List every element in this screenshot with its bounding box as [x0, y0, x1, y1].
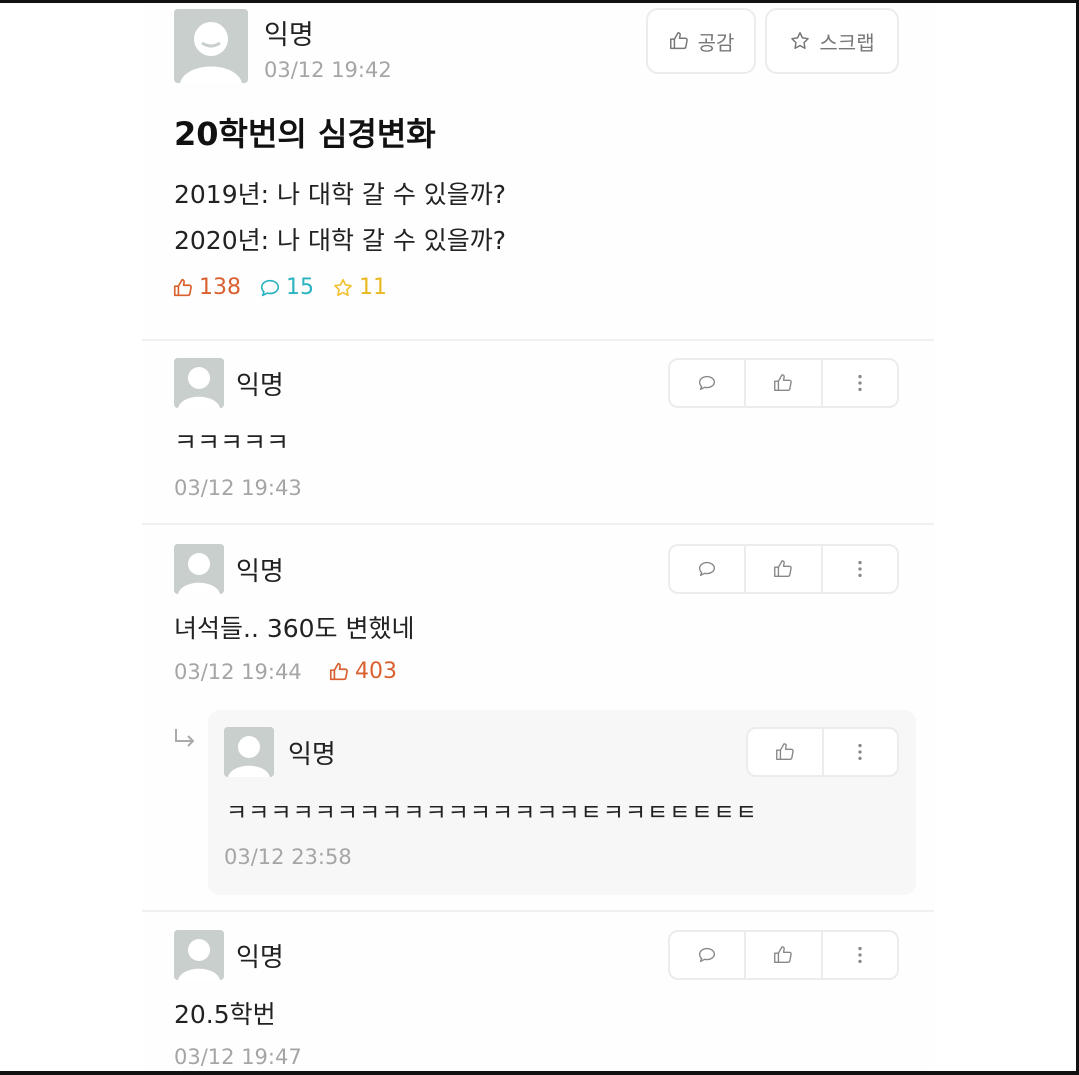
- comment-divider: [142, 523, 934, 525]
- comment-text: ㅋㅋㅋㅋㅋ: [174, 428, 290, 457]
- comment-text: 녀석들.. 360도 변했네: [174, 614, 415, 643]
- comment-like-button[interactable]: [746, 932, 823, 978]
- comment-actions: [668, 930, 899, 980]
- post-page: 익명 03/12 19:42 공감 스크랩 20학번의 심경변화 2019년: …: [142, 3, 934, 1071]
- thumbs-up-icon: [774, 946, 793, 964]
- like-button-label: 공감: [697, 30, 735, 55]
- comment-like-count: 403: [328, 659, 397, 684]
- thumbs-up-icon: [774, 374, 793, 392]
- reply-button[interactable]: [670, 360, 747, 406]
- comment-author-name: 익명: [236, 371, 284, 401]
- comment-time: 03/12 19:47: [174, 1045, 302, 1069]
- scrap-button[interactable]: 스크랩: [765, 8, 899, 74]
- comment-time: 03/12 19:44: [174, 660, 302, 684]
- speech-bubble-icon: [260, 279, 280, 296]
- more-options-button[interactable]: [823, 360, 897, 406]
- reply-author-name: 익명: [288, 740, 336, 770]
- default-avatar-icon: [174, 358, 224, 408]
- frame-bottom-border: [0, 1071, 1079, 1075]
- post-comment-count-value: 15: [286, 275, 314, 300]
- speech-bubble-icon: [699, 561, 716, 577]
- default-avatar-icon: [174, 930, 224, 980]
- comment-divider: [142, 910, 934, 912]
- reply-like-button[interactable]: [748, 729, 824, 775]
- comment-like-button[interactable]: [746, 546, 823, 592]
- post-stats: 138 15 11: [172, 275, 387, 300]
- comment-actions: [668, 358, 899, 408]
- post-comment-count: 15: [259, 275, 314, 300]
- comment-time: 03/12 19:43: [174, 476, 302, 500]
- star-outline-icon: [334, 278, 352, 296]
- reply-actions: [746, 727, 899, 777]
- comment-author-name: 익명: [236, 943, 284, 973]
- default-avatar-icon: [224, 727, 274, 777]
- thumbs-up-icon: [775, 743, 794, 761]
- scrap-button-label: 스크랩: [819, 30, 875, 55]
- thumbs-up-icon: [669, 32, 688, 50]
- more-options-button[interactable]: [823, 932, 897, 978]
- comment-actions: [668, 544, 899, 594]
- comment-like-button[interactable]: [746, 360, 823, 406]
- post-title: 20학번의 심경변화: [174, 115, 436, 153]
- comment-like-count-value: 403: [355, 659, 397, 684]
- reply-avatar: [224, 727, 274, 777]
- reply-button[interactable]: [670, 546, 747, 592]
- thumbs-up-icon: [774, 560, 793, 578]
- post-author-avatar: [174, 9, 248, 83]
- vertical-dots-icon: [858, 560, 862, 578]
- reply-more-options-button[interactable]: [824, 729, 898, 775]
- post-scrap-count-value: 11: [359, 275, 387, 300]
- post-time: 03/12 19:42: [264, 58, 392, 82]
- thumbs-up-icon: [329, 662, 348, 680]
- post-scrap-count: 11: [332, 275, 387, 300]
- star-outline-icon: [791, 32, 810, 49]
- reply-button[interactable]: [670, 932, 747, 978]
- post-like-count-value: 138: [199, 275, 241, 300]
- reply-text: ㅋㅋㅋㅋㅋㅋㅋㅋㅋㅋㅋㅋㅋㅋㅋㅋㅌㅋㅋㅌㅌㅌㅌㅌ: [226, 800, 758, 826]
- post-divider: [142, 339, 934, 341]
- comment-avatar: [174, 358, 224, 408]
- vertical-dots-icon: [858, 374, 862, 392]
- comment-author-name: 익명: [236, 557, 284, 587]
- reply-arrow-icon: [172, 725, 198, 751]
- comment-text: 20.5학번: [174, 1000, 276, 1029]
- thumbs-up-icon: [173, 278, 192, 296]
- vertical-dots-icon: [858, 743, 862, 761]
- comment-avatar: [174, 544, 224, 594]
- post-body-line-1: 2019년: 나 대학 갈 수 있을까?: [174, 180, 507, 209]
- post-like-count: 138: [172, 275, 241, 300]
- like-button[interactable]: 공감: [646, 8, 756, 74]
- post-author-name: 익명: [264, 20, 314, 51]
- more-options-button[interactable]: [823, 546, 897, 592]
- speech-bubble-icon: [699, 947, 716, 963]
- speech-bubble-icon: [699, 375, 716, 391]
- default-avatar-icon: [174, 9, 248, 83]
- post-body-line-2: 2020년: 나 대학 갈 수 있을까?: [174, 226, 507, 255]
- vertical-dots-icon: [858, 946, 862, 964]
- default-avatar-icon: [174, 544, 224, 594]
- reply-time: 03/12 23:58: [224, 845, 352, 869]
- comment-avatar: [174, 930, 224, 980]
